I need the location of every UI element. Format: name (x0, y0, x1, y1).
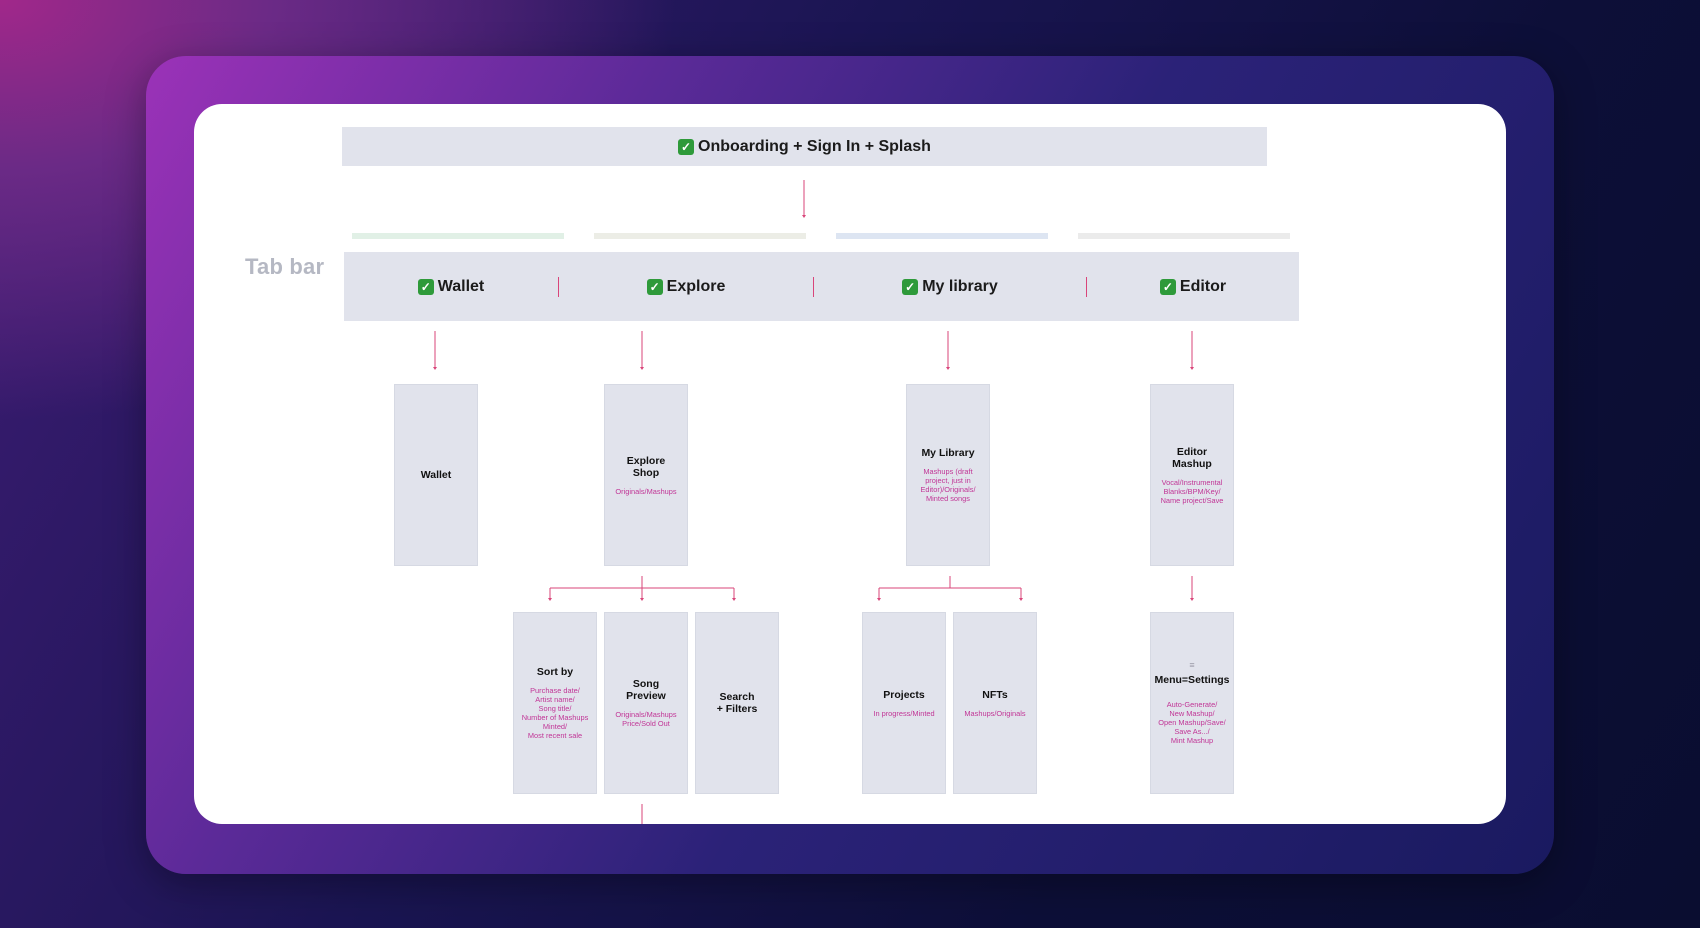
screen-title: Menu=Settings (1154, 674, 1230, 686)
screen-subtitle: Vocal/Instrumental Blanks/BPM/Key/ Name … (1160, 477, 1224, 505)
screen-projects: Projects In progress/Minted (862, 612, 946, 794)
arrowhead (732, 598, 736, 601)
arrowhead (640, 598, 644, 601)
screen-subtitle: In progress/Minted (873, 708, 935, 718)
screen-sort-by: Sort by Purchase date/ Artist name/ Song… (513, 612, 597, 794)
screen-title: Sort by (536, 666, 574, 678)
arrowhead (802, 215, 806, 218)
arrowhead (877, 598, 881, 601)
screen-wallet: Wallet (394, 384, 478, 566)
screen-subtitle: Purchase date/ Artist name/ Song title/ … (521, 686, 589, 740)
screen-search-filters: Search + Filters (695, 612, 779, 794)
arrowhead (548, 598, 552, 601)
screen-editor-mashup: Editor Mashup Vocal/Instrumental Blanks/… (1150, 384, 1234, 566)
screen-subtitle: Originals/Mashups Price/Sold Out (615, 710, 677, 728)
screen-nfts: NFTs Mashups/Originals (953, 612, 1037, 794)
screen-title: Search + Filters (716, 691, 758, 715)
screen-title: My Library (921, 447, 975, 459)
screen-menu-settings: ≡ Menu=Settings Auto-Generate/ New Mashu… (1150, 612, 1234, 794)
screen-title: Song Preview (626, 678, 666, 702)
screen-explore-shop: Explore Shop Originals/Mashups (604, 384, 688, 566)
screen-title: Editor Mashup (1172, 445, 1212, 470)
screen-title: NFTs (982, 688, 1008, 701)
diagram-canvas: ✓ Onboarding + Sign In + Splash Tab bar … (194, 104, 1506, 824)
screen-song-preview: Song Preview Originals/Mashups Price/Sol… (604, 612, 688, 794)
screen-subtitle: Mashups/Originals (964, 708, 1026, 718)
arrowhead (640, 367, 644, 370)
screen-title: Projects (883, 688, 925, 701)
arrowhead (433, 367, 437, 370)
screen-subtitle: Mashups (draft project, just in Editor)/… (920, 467, 976, 503)
hamburger-menu-icon: ≡ (1189, 660, 1195, 670)
arrowhead (1019, 598, 1023, 601)
screen-my-library: My Library Mashups (draft project, just … (906, 384, 990, 566)
screen-subtitle: Originals/Mashups (615, 486, 677, 496)
screen-subtitle: Auto-Generate/ New Mashup/ Open Mashup/S… (1158, 700, 1226, 745)
screen-title: Wallet (420, 469, 452, 481)
screen-title: Explore Shop (626, 454, 666, 479)
arrowhead (1190, 367, 1194, 370)
arrowhead (1190, 598, 1194, 601)
connector-lines (433, 180, 1194, 824)
arrowhead (946, 367, 950, 370)
